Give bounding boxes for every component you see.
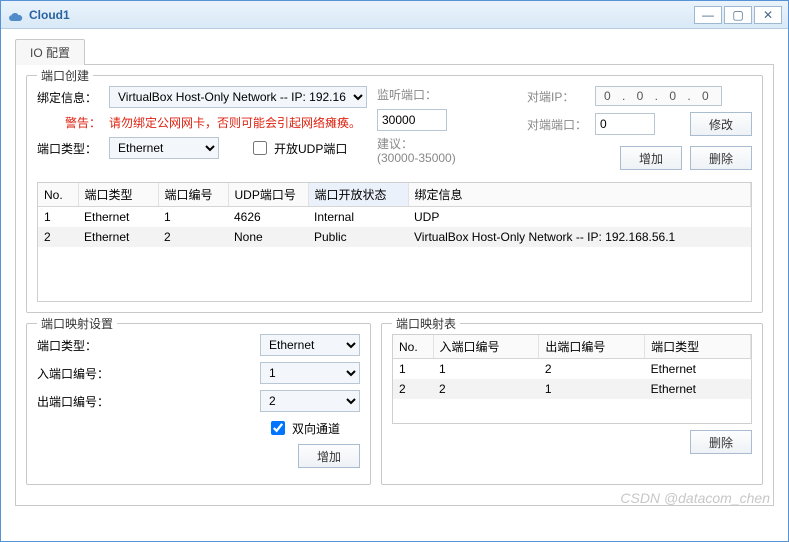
- tab-panel: 端口创建 绑定信息： VirtualBox Host-Only Network …: [15, 64, 774, 506]
- bind-info-select[interactable]: VirtualBox Host-Only Network -- IP: 192.…: [109, 86, 367, 108]
- bidir-checkbox[interactable]: [271, 421, 285, 435]
- udp-open-checkbox-wrap[interactable]: 开放UDP端口: [249, 138, 347, 158]
- port-create-group: 端口创建 绑定信息： VirtualBox Host-Only Network …: [26, 75, 763, 313]
- col-open[interactable]: 端口开放状态: [308, 183, 408, 207]
- titlebar[interactable]: Cloud1 — ▢ ✕: [1, 1, 788, 29]
- app-logo-icon: [7, 7, 23, 23]
- map-type-select[interactable]: Ethernet: [260, 334, 360, 356]
- peer-ip-label: 对端IP：: [527, 88, 587, 105]
- col-type[interactable]: 端口类型: [78, 183, 158, 207]
- peer-port-label: 对端端口：: [527, 116, 587, 133]
- col-num[interactable]: 端口编号: [158, 183, 228, 207]
- window-controls: — ▢ ✕: [694, 6, 782, 24]
- maximize-button[interactable]: ▢: [724, 6, 752, 24]
- port-map-settings-group: 端口映射设置 端口类型： Ethernet 入端口编号： 1 出端口编号：: [26, 323, 371, 485]
- port-type-label: 端口类型：: [37, 140, 101, 157]
- in-port-select[interactable]: 1: [260, 362, 360, 384]
- out-port-label: 出端口编号：: [37, 393, 127, 410]
- udp-open-label: 开放UDP端口: [274, 140, 347, 157]
- listen-port-label: 监听端口：: [377, 86, 441, 103]
- table-row[interactable]: 2 2 1 Ethernet: [393, 379, 751, 399]
- in-port-label: 入端口编号：: [37, 365, 127, 382]
- add-port-button[interactable]: 增加: [620, 146, 682, 170]
- map-table: No. 入端口编号 出端口编号 端口类型 1 1 2 Ethern: [393, 335, 751, 399]
- warning-label: 警告：: [37, 114, 101, 131]
- close-button[interactable]: ✕: [754, 6, 782, 24]
- add-map-button[interactable]: 增加: [298, 444, 360, 468]
- table-row[interactable]: 2 Ethernet 2 None Public VirtualBox Host…: [38, 227, 751, 247]
- app-window: Cloud1 — ▢ ✕ IO 配置 端口创建 绑定信息：: [0, 0, 789, 542]
- bind-info-label: 绑定信息：: [37, 89, 101, 106]
- map-table-legend: 端口映射表: [392, 315, 460, 332]
- suggest-label: 建议：: [377, 137, 413, 151]
- warning-text: 请勿绑定公网网卡，否则可能会引起网络瘫痪。: [109, 114, 361, 131]
- minimize-button[interactable]: —: [694, 6, 722, 24]
- col-bind[interactable]: 绑定信息: [408, 183, 751, 207]
- mcol-type[interactable]: 端口类型: [645, 335, 751, 359]
- delete-map-button[interactable]: 删除: [690, 430, 752, 454]
- mcol-out[interactable]: 出端口编号: [539, 335, 645, 359]
- tab-io-config[interactable]: IO 配置: [15, 39, 85, 65]
- port-table: No. 端口类型 端口编号 UDP端口号 端口开放状态 绑定信息 1 Ether…: [38, 183, 751, 247]
- tab-bar: IO 配置: [15, 39, 774, 65]
- col-no[interactable]: No.: [38, 183, 78, 207]
- map-table-container[interactable]: No. 入端口编号 出端口编号 端口类型 1 1 2 Ethern: [392, 334, 752, 424]
- out-port-select[interactable]: 2: [260, 390, 360, 412]
- suggest-range: (30000-35000): [377, 151, 456, 165]
- port-table-container[interactable]: No. 端口类型 端口编号 UDP端口号 端口开放状态 绑定信息 1 Ether…: [37, 182, 752, 302]
- delete-port-button[interactable]: 删除: [690, 146, 752, 170]
- table-row[interactable]: 1 Ethernet 1 4626 Internal UDP: [38, 207, 751, 228]
- content-area: IO 配置 端口创建 绑定信息： VirtualBox Host-Only Ne…: [1, 29, 788, 512]
- port-type-select[interactable]: Ethernet: [109, 137, 219, 159]
- port-create-legend: 端口创建: [37, 67, 93, 84]
- modify-button[interactable]: 修改: [690, 112, 752, 136]
- map-type-label: 端口类型：: [37, 337, 127, 354]
- udp-open-checkbox[interactable]: [253, 141, 267, 155]
- listen-port-input[interactable]: [377, 109, 447, 131]
- port-map-table-group: 端口映射表 No. 入端口编号 出端口编号 端口类型: [381, 323, 763, 485]
- bidir-checkbox-wrap[interactable]: 双向通道: [267, 418, 340, 438]
- mcol-no[interactable]: No.: [393, 335, 433, 359]
- window-title: Cloud1: [29, 8, 70, 22]
- mcol-in[interactable]: 入端口编号: [433, 335, 539, 359]
- map-settings-legend: 端口映射设置: [37, 315, 117, 332]
- table-row[interactable]: 1 1 2 Ethernet: [393, 359, 751, 380]
- col-udp[interactable]: UDP端口号: [228, 183, 308, 207]
- bidir-label: 双向通道: [292, 420, 340, 437]
- peer-ip-input[interactable]: 0 . 0 . 0 . 0: [595, 86, 722, 106]
- peer-port-input[interactable]: [595, 113, 655, 135]
